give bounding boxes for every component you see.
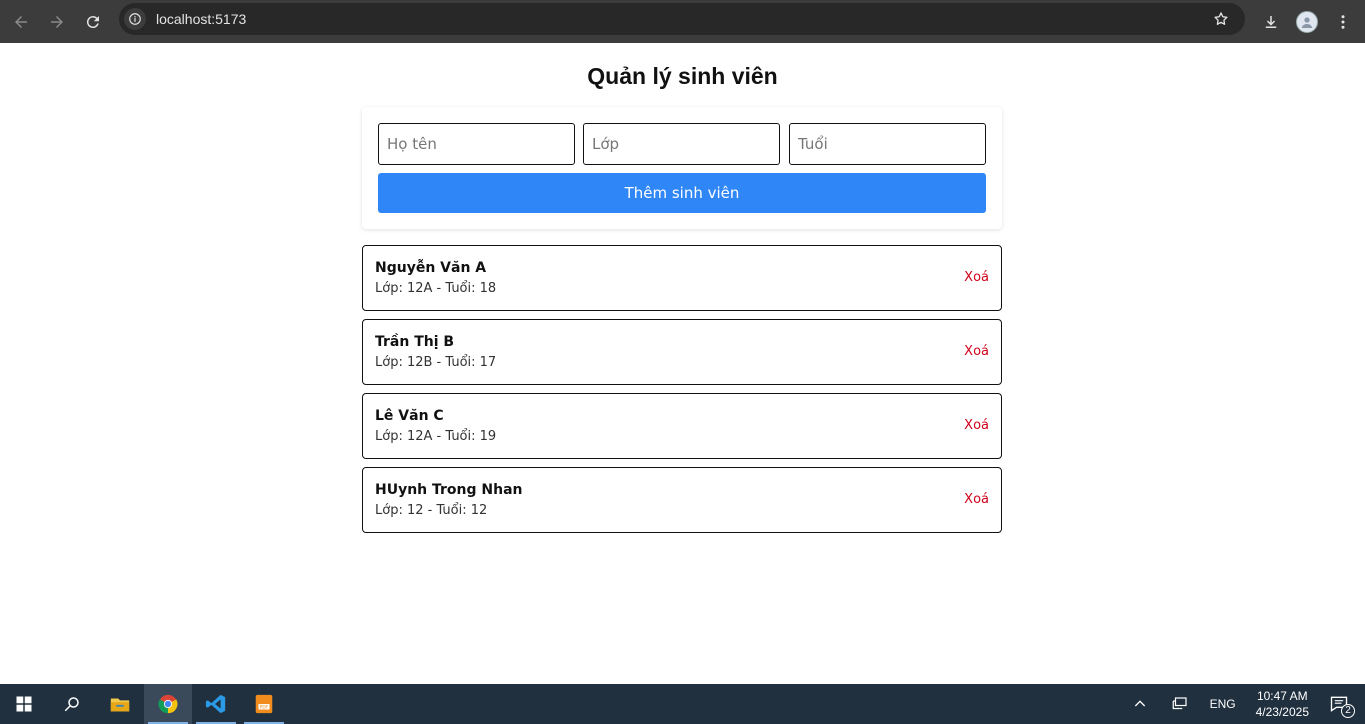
system-tray: ENG 10:47 AM 4/23/2025 2 <box>1120 684 1365 724</box>
download-icon <box>1265 15 1277 28</box>
more-vertical-icon <box>1341 14 1345 29</box>
arrow-left-icon <box>15 15 27 28</box>
chrome-button[interactable] <box>144 684 192 724</box>
class-input[interactable] <box>583 123 780 165</box>
folder-icon <box>110 698 130 712</box>
windows-icon <box>16 696 32 712</box>
student-card: Trần Thị B Lớp: 12B - Tuổi: 17 Xoá <box>362 319 1002 385</box>
student-meta: Lớp: 12A - Tuổi: 18 <box>375 281 497 296</box>
student-meta: Lớp: 12B - Tuổi: 17 <box>375 355 497 370</box>
browser-toolbar: localhost:5173 <box>0 0 1365 43</box>
toolbar-right <box>1253 0 1365 43</box>
chevron-up-icon <box>1134 700 1145 707</box>
reload-icon <box>86 15 99 28</box>
add-student-button[interactable]: Thêm sinh viên <box>378 173 986 213</box>
bookmark-star-icon[interactable] <box>1213 11 1229 27</box>
reload-button[interactable] <box>75 4 111 40</box>
taskbar: PDF ENG 10:47 AM 4/23/2025 2 <box>0 684 1365 724</box>
vscode-button[interactable] <box>192 684 240 724</box>
delete-button[interactable]: Xoá <box>964 270 989 285</box>
student-card: Nguyễn Văn A Lớp: 12A - Tuổi: 18 Xoá <box>362 245 1002 311</box>
chrome-icon <box>158 694 178 714</box>
network-icon <box>1172 697 1187 710</box>
clock-date: 4/23/2025 <box>1255 705 1309 719</box>
pdf-icon: PDF <box>255 694 273 714</box>
pdf-reader-button[interactable]: PDF <box>240 684 288 724</box>
avatar <box>1296 10 1318 33</box>
url-text: localhost:5173 <box>156 11 247 27</box>
delete-button[interactable]: Xoá <box>964 344 989 359</box>
clock-time: 10:47 AM <box>1256 689 1308 703</box>
address-bar[interactable]: localhost:5173 <box>119 3 1245 35</box>
clock[interactable]: 10:47 AM 4/23/2025 <box>1256 688 1309 720</box>
page-content: Quản lý sinh viên Thêm sinh viên Nguyễn … <box>0 43 1365 684</box>
start-button[interactable] <box>0 684 48 724</box>
age-input[interactable] <box>789 123 986 165</box>
name-input[interactable] <box>378 123 575 165</box>
search-button[interactable] <box>48 684 96 724</box>
arrow-right-icon <box>51 15 63 28</box>
student-form: Thêm sinh viên <box>362 107 1002 229</box>
tray-expand-button[interactable] <box>1120 684 1160 724</box>
site-info-icon[interactable] <box>124 8 146 30</box>
student-meta: Lớp: 12 - Tuổi: 12 <box>375 503 488 518</box>
language-indicator[interactable]: ENG <box>1210 697 1236 711</box>
svg-text:PDF: PDF <box>260 705 269 711</box>
vscode-icon <box>205 694 226 714</box>
forward-button[interactable] <box>39 4 75 40</box>
delete-button[interactable]: Xoá <box>964 492 989 507</box>
profile-button[interactable] <box>1289 4 1325 40</box>
file-explorer-button[interactable] <box>96 684 144 724</box>
student-meta: Lớp: 12A - Tuổi: 19 <box>375 429 497 444</box>
student-name: Trần Thị B <box>375 334 455 350</box>
menu-button[interactable] <box>1325 4 1361 40</box>
notification-button[interactable]: 2 <box>1319 684 1359 724</box>
download-button[interactable] <box>1253 4 1289 40</box>
delete-button[interactable]: Xoá <box>964 418 989 433</box>
student-card: Lê Văn C Lớp: 12A - Tuổi: 19 Xoá <box>362 393 1002 459</box>
student-name: Nguyễn Văn A <box>375 260 487 276</box>
student-name: Lê Văn C <box>375 408 444 424</box>
student-name: HUynh Trong Nhan <box>375 482 523 498</box>
back-button[interactable] <box>3 4 39 40</box>
notification-count: 2 <box>1341 704 1355 718</box>
page-title: Quản lý sinh viên <box>587 63 778 89</box>
student-card: HUynh Trong Nhan Lớp: 12 - Tuổi: 12 Xoá <box>362 467 1002 533</box>
search-icon <box>64 697 79 712</box>
network-button[interactable] <box>1160 684 1200 724</box>
